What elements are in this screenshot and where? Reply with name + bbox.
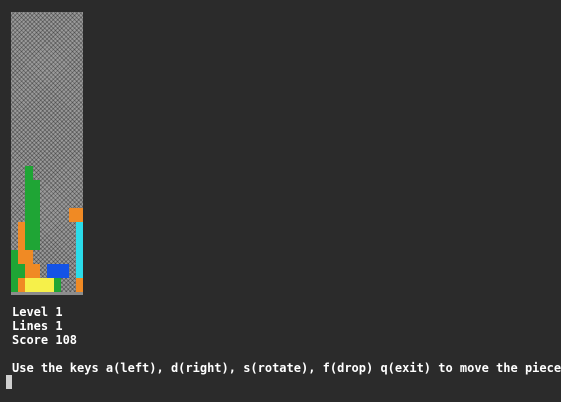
block-cell (25, 278, 33, 292)
block-cell (18, 222, 26, 236)
block-cell (75, 236, 83, 250)
block-cell (75, 264, 83, 278)
block-cell (25, 222, 33, 236)
block-cell (75, 250, 83, 264)
block-cell (54, 264, 62, 278)
block-cell (18, 250, 26, 264)
block-cell (25, 264, 33, 278)
block-cell (68, 208, 76, 222)
block-cell (32, 278, 40, 292)
block-cell (32, 264, 40, 278)
block-cell (25, 194, 33, 208)
block-cell (32, 208, 40, 222)
block-cell (25, 236, 33, 250)
block-cell (25, 250, 33, 264)
block-cell (54, 278, 62, 292)
block-cell (32, 222, 40, 236)
block-cell (25, 166, 33, 180)
block-cell (39, 278, 47, 292)
block-cell (47, 264, 55, 278)
block-cell (18, 264, 26, 278)
block-cell (75, 208, 83, 222)
terminal-cursor[interactable] (6, 375, 12, 389)
board-floor (11, 292, 83, 295)
block-cell (32, 236, 40, 250)
block-cell (11, 250, 19, 264)
block-cell (18, 278, 26, 292)
block-cell (75, 278, 83, 292)
game-board (11, 12, 83, 292)
block-cell (25, 180, 33, 194)
level-text: Level 1 (12, 305, 63, 319)
block-cell (18, 236, 26, 250)
block-cell (11, 278, 19, 292)
score-text: Score 108 (12, 333, 78, 347)
lines-text: Lines 1 (12, 319, 63, 333)
block-cell (25, 208, 33, 222)
block-cell (61, 264, 69, 278)
block-cell (11, 264, 19, 278)
block-cell (47, 278, 55, 292)
block-cell (32, 194, 40, 208)
block-cell (32, 180, 40, 194)
block-cell (75, 222, 83, 236)
instructions-text: Use the keys a(left), d(right), s(rotate… (12, 361, 561, 375)
